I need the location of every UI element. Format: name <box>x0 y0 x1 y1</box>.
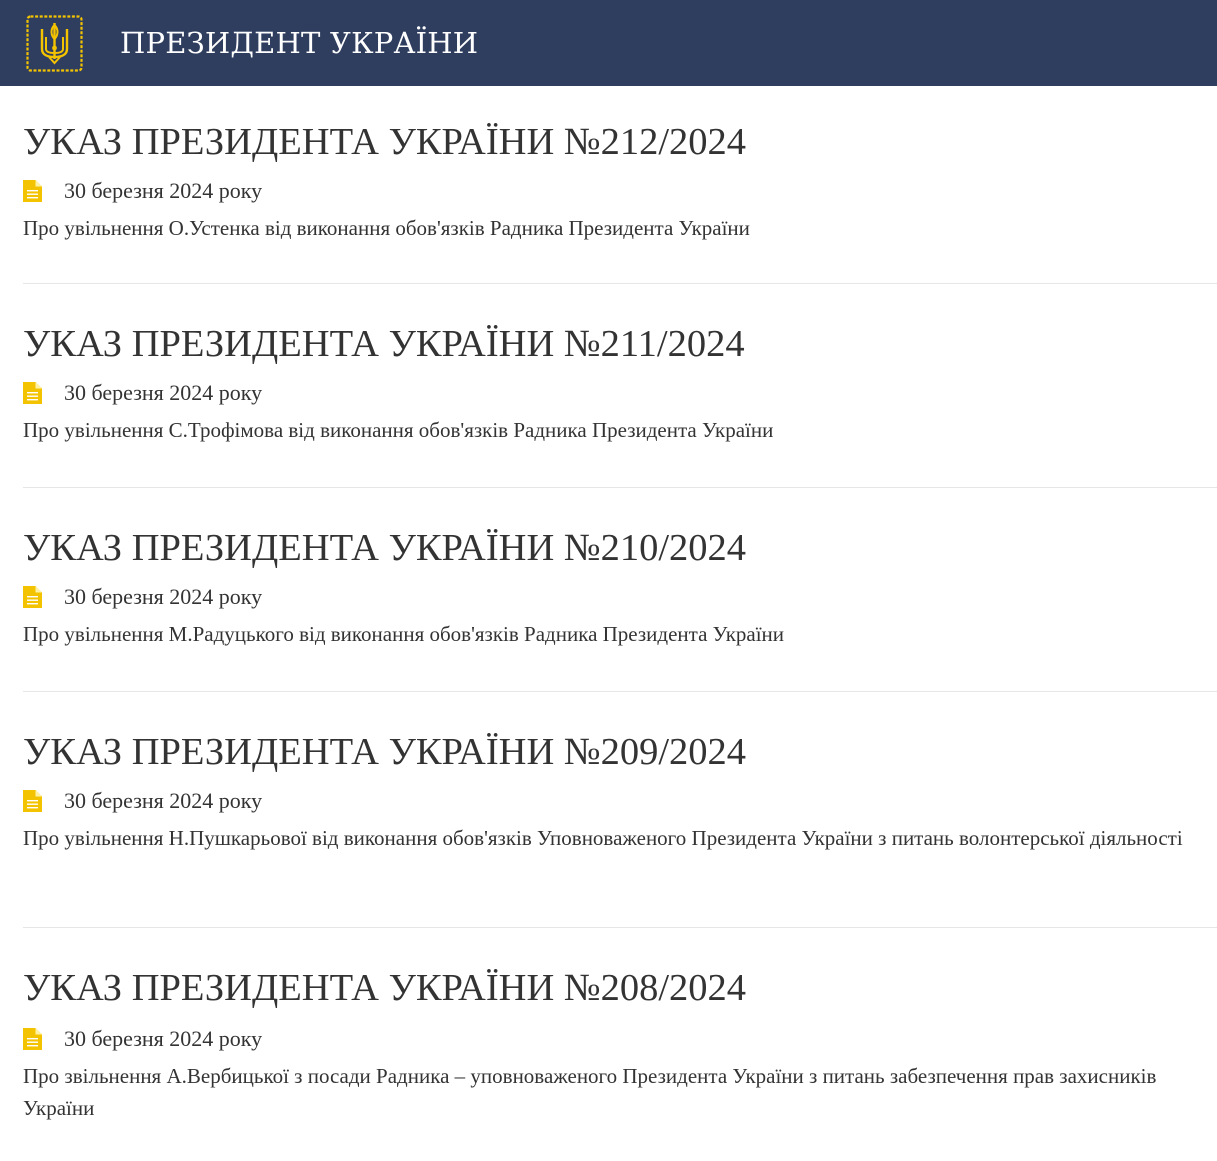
decree-title-link[interactable]: УКАЗ ПРЕЗИДЕНТА УКРАЇНИ №212/2024 <box>23 123 1217 162</box>
decree-meta: 30 березня 2024 року <box>23 1026 1217 1052</box>
decree-date: 30 березня 2024 року <box>64 787 263 813</box>
decree-item: УКАЗ ПРЕЗИДЕНТА УКРАЇНИ №211/2024 30 бер… <box>23 284 1217 488</box>
decree-date: 30 березня 2024 року <box>64 1025 263 1051</box>
decree-item: УКАЗ ПРЕЗИДЕНТА УКРАЇНИ №212/2024 30 бер… <box>23 86 1217 284</box>
decree-meta: 30 березня 2024 року <box>23 178 1217 204</box>
decree-meta: 30 березня 2024 року <box>23 380 1217 406</box>
decree-description-link[interactable]: Про увільнення О.Устенка від виконання о… <box>23 212 1217 244</box>
decree-date: 30 березня 2024 року <box>64 583 263 609</box>
site-title-link[interactable]: ПРЕЗИДЕНТ УКРАЇНИ <box>120 26 478 60</box>
decree-description-link[interactable]: Про увільнення М.Радуцького від виконанн… <box>23 618 1217 650</box>
trident-coat-of-arms-icon[interactable] <box>26 14 83 72</box>
site-header: ПРЕЗИДЕНТ УКРАЇНИ <box>0 0 1217 86</box>
document-icon <box>23 381 42 404</box>
decree-title-link[interactable]: УКАЗ ПРЕЗИДЕНТА УКРАЇНИ №210/2024 <box>23 529 1217 568</box>
document-icon <box>23 585 42 608</box>
decree-item: УКАЗ ПРЕЗИДЕНТА УКРАЇНИ №209/2024 30 бер… <box>23 692 1217 928</box>
document-icon <box>23 179 42 202</box>
document-icon <box>23 789 42 812</box>
decree-description-link[interactable]: Про увільнення С.Трофімова від виконання… <box>23 414 1217 446</box>
decree-date: 30 березня 2024 року <box>64 379 263 405</box>
decree-date: 30 березня 2024 року <box>64 177 263 203</box>
decree-meta: 30 березня 2024 року <box>23 584 1217 610</box>
decree-title-link[interactable]: УКАЗ ПРЕЗИДЕНТА УКРАЇНИ №208/2024 <box>23 969 1217 1008</box>
decree-item: УКАЗ ПРЕЗИДЕНТА УКРАЇНИ №208/2024 30 бер… <box>23 928 1217 1161</box>
decree-list: УКАЗ ПРЕЗИДЕНТА УКРАЇНИ №212/2024 30 бер… <box>0 86 1217 1161</box>
decree-meta: 30 березня 2024 року <box>23 788 1217 814</box>
decree-title-link[interactable]: УКАЗ ПРЕЗИДЕНТА УКРАЇНИ №211/2024 <box>23 325 1217 364</box>
decree-title-link[interactable]: УКАЗ ПРЕЗИДЕНТА УКРАЇНИ №209/2024 <box>23 733 1217 772</box>
document-icon <box>23 1027 42 1050</box>
decree-description-link[interactable]: Про звільнення А.Вербицької з посади Рад… <box>23 1060 1217 1124</box>
decree-description-link[interactable]: Про увільнення Н.Пушкарьової від виконан… <box>23 822 1217 854</box>
decree-item: УКАЗ ПРЕЗИДЕНТА УКРАЇНИ №210/2024 30 бер… <box>23 488 1217 692</box>
